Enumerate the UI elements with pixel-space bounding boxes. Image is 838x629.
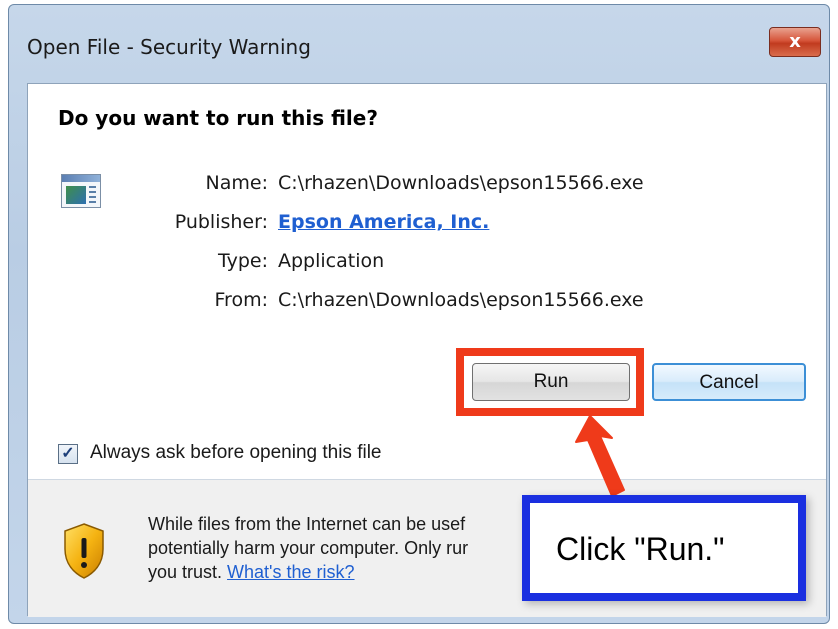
cancel-button[interactable]: Cancel bbox=[652, 363, 806, 401]
check-icon: ✓ bbox=[61, 445, 75, 462]
dialog-question: Do you want to run this file? bbox=[58, 106, 378, 130]
detail-value-row-from: C:\rhazen\Downloads\epson15566.exe bbox=[28, 289, 828, 315]
publisher-link[interactable]: Epson America, Inc. bbox=[278, 211, 489, 233]
window-title: Open File - Security Warning bbox=[27, 35, 311, 59]
whats-the-risk-link[interactable]: What's the risk? bbox=[227, 562, 354, 582]
close-button[interactable]: x bbox=[769, 27, 821, 57]
always-ask-label[interactable]: Always ask before opening this file bbox=[90, 442, 382, 464]
callout-text: Click "Run." bbox=[556, 531, 725, 567]
warning-line-1: While files from the Internet can be use… bbox=[148, 514, 466, 534]
detail-value-row-publisher: Epson America, Inc. bbox=[28, 211, 828, 237]
always-ask-checkbox[interactable]: ✓ bbox=[58, 444, 78, 464]
security-shield-icon bbox=[64, 523, 104, 579]
warning-line-2: potentially harm your computer. Only rur bbox=[148, 538, 469, 558]
warning-line-3: you trust. What's the risk? bbox=[148, 560, 538, 584]
detail-value-from: C:\rhazen\Downloads\epson15566.exe bbox=[278, 289, 644, 311]
detail-value-type: Application bbox=[278, 250, 385, 272]
title-bar: Open File - Security Warning x bbox=[9, 5, 829, 75]
warning-line-3-prefix: you trust. bbox=[148, 562, 223, 582]
detail-value-row-type: Application bbox=[28, 250, 828, 276]
instruction-callout: Click "Run." bbox=[522, 495, 806, 601]
detail-value-row-name: C:\rhazen\Downloads\epson15566.exe bbox=[28, 172, 828, 198]
warning-text: While files from the Internet can be use… bbox=[148, 512, 538, 584]
detail-value-name: C:\rhazen\Downloads\epson15566.exe bbox=[278, 172, 644, 194]
arrow-up-left-icon bbox=[575, 415, 625, 497]
run-highlight-box bbox=[456, 348, 644, 416]
